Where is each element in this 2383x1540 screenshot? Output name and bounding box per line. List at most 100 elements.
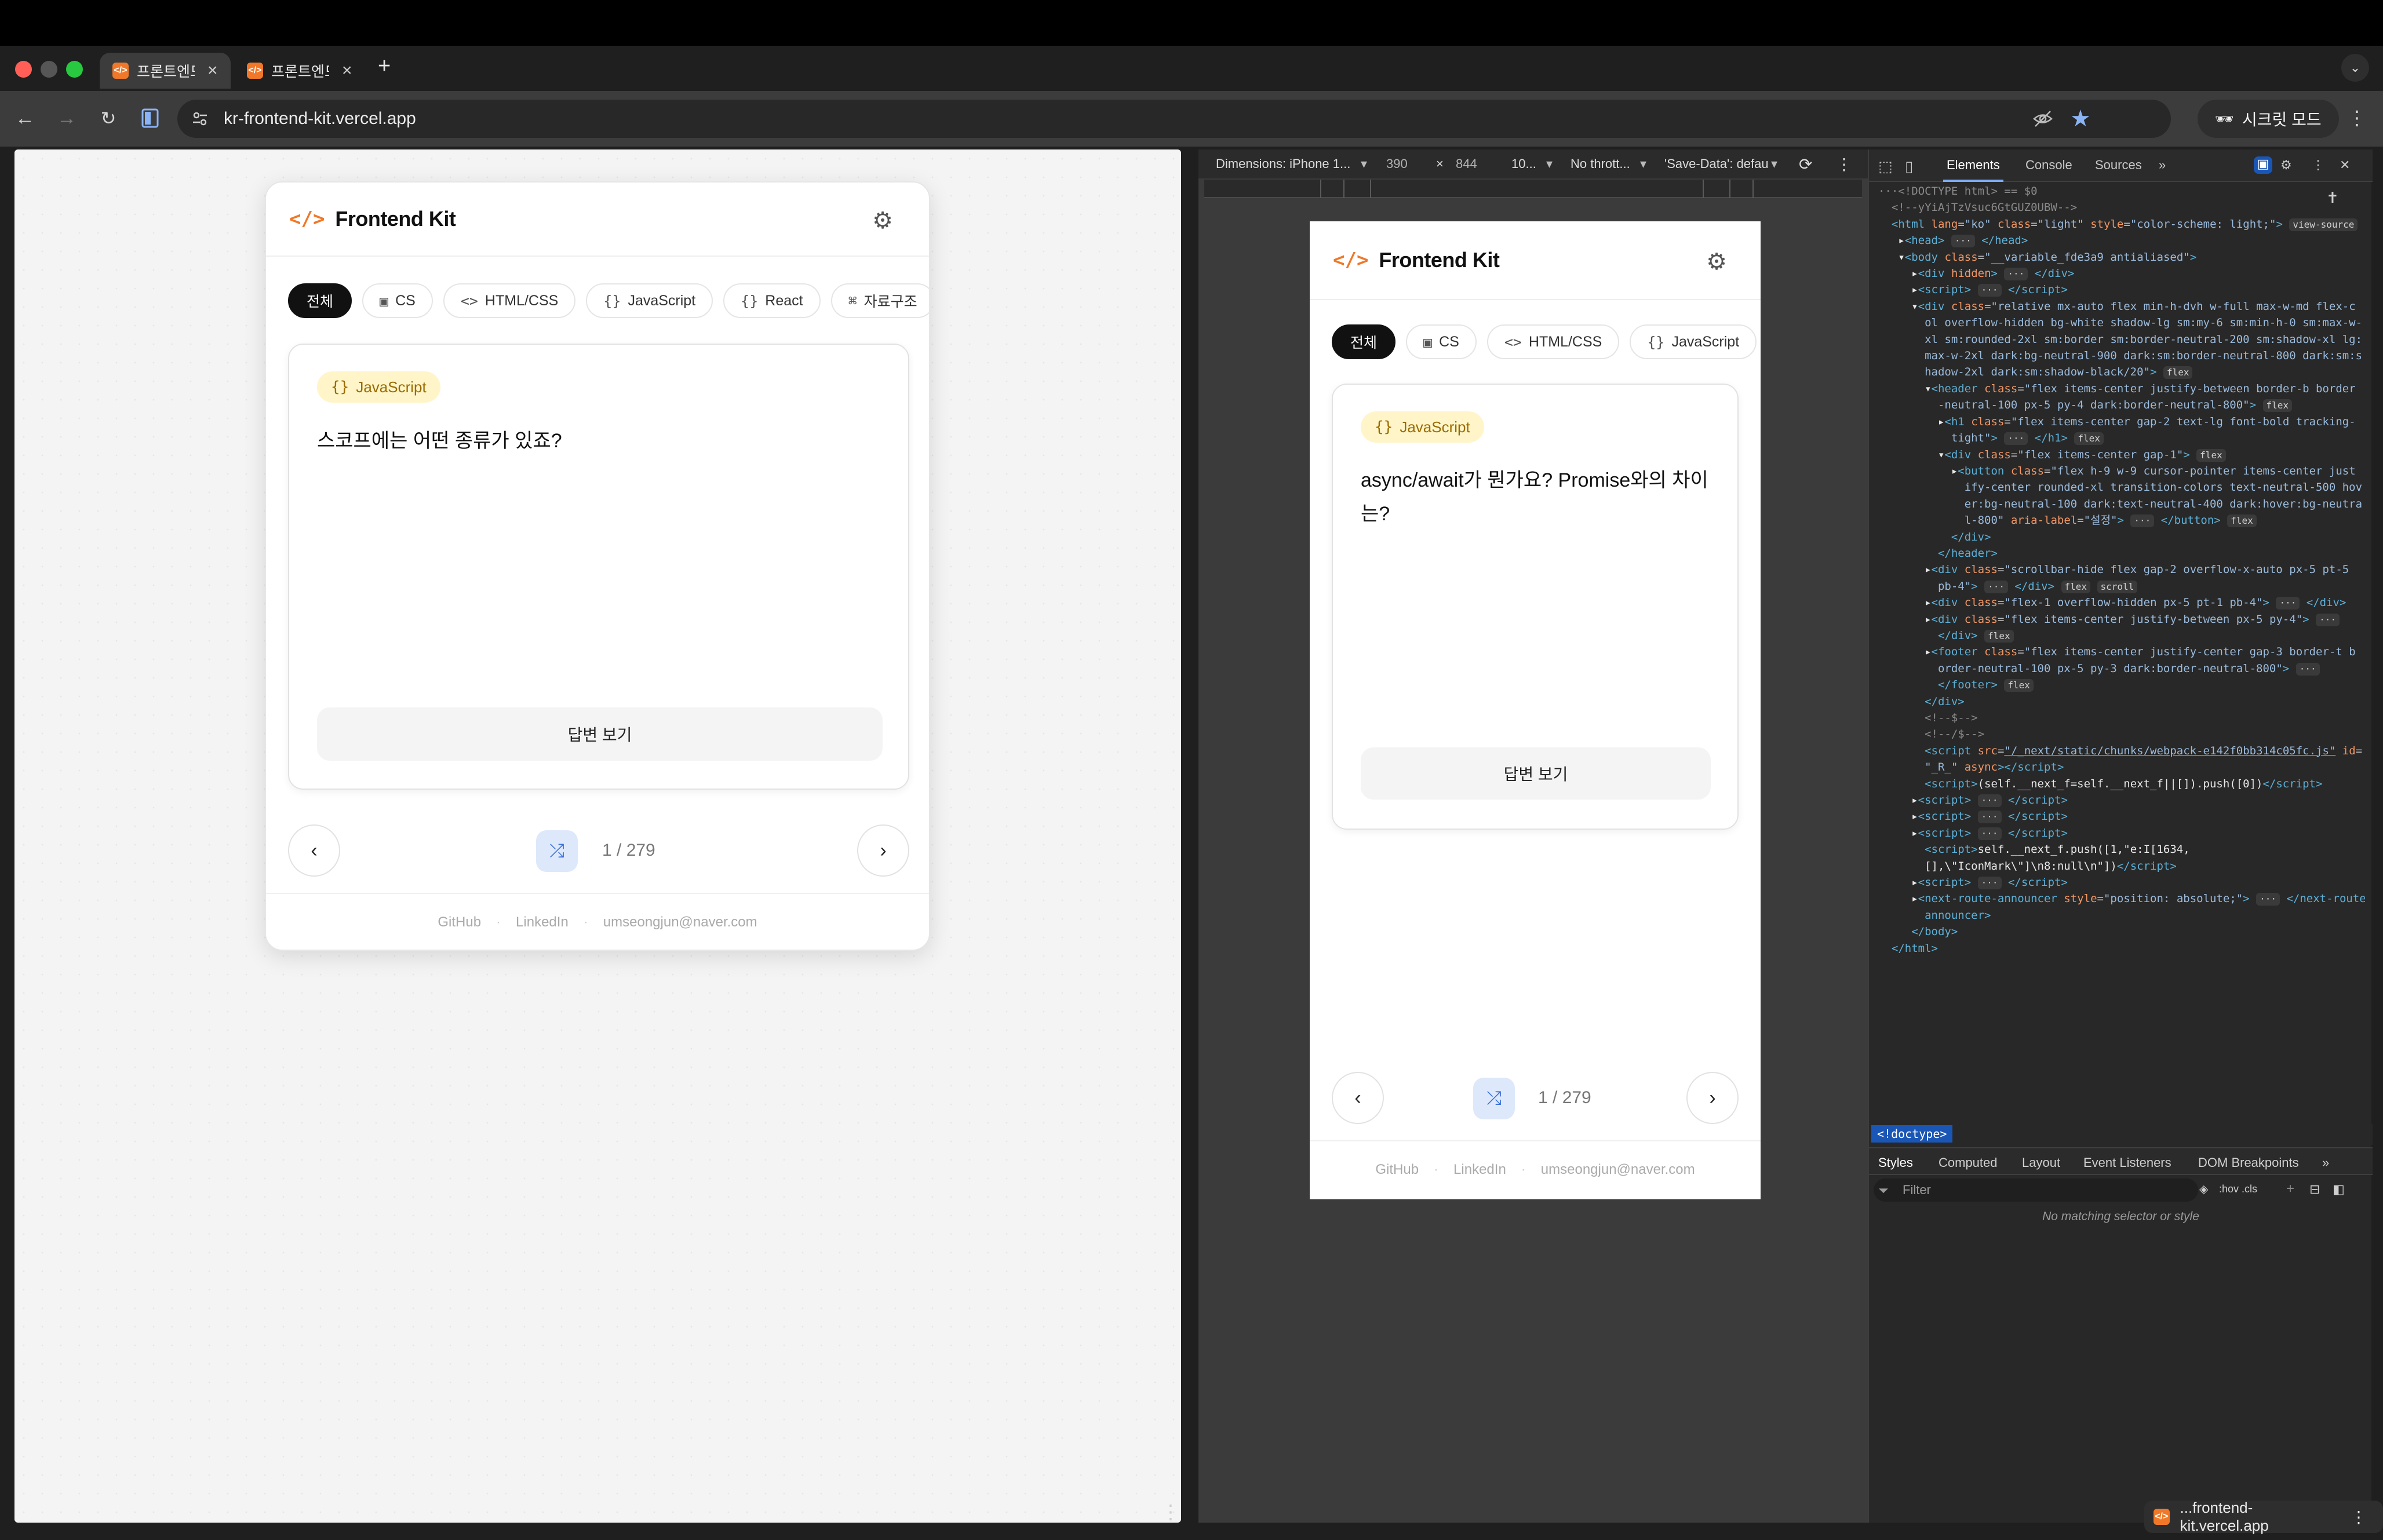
tab-layout[interactable]: Layout: [2022, 1155, 2060, 1170]
more-options-icon[interactable]: ⋮: [2312, 158, 2324, 173]
tab-dom-breakpoints[interactable]: DOM Breakpoints: [2198, 1155, 2299, 1170]
code-logo-icon: </>: [289, 207, 325, 231]
show-answer-button[interactable]: 답변 보기: [1361, 747, 1711, 800]
sidebar-toggle-icon[interactable]: ◧: [2333, 1182, 2345, 1197]
shuffle-icon[interactable]: ⤮: [536, 830, 578, 872]
incognito-indicator[interactable]: 🕶 시크릿 모드: [2198, 100, 2339, 138]
bookmark-star-icon[interactable]: ★: [2070, 105, 2091, 132]
show-answer-button[interactable]: 답변 보기: [317, 707, 883, 761]
eye-off-icon[interactable]: [2032, 108, 2054, 134]
computed-styles-icon[interactable]: ⊟: [2309, 1182, 2320, 1197]
zoom-select[interactable]: 10...: [1511, 156, 1536, 171]
browser-menu-icon[interactable]: ⋮: [2342, 104, 2371, 133]
category-tabs: 전체 ▣ CS <> HTML/CSS {} JavaScript {} React ⌘…: [288, 283, 929, 318]
more-tabs-icon[interactable]: »: [2159, 158, 2166, 173]
tab-javascript[interactable]: {} JavaScript: [586, 283, 713, 318]
shuffle-icon[interactable]: ⤮: [1473, 1078, 1515, 1119]
close-tab-icon[interactable]: ×: [342, 61, 352, 81]
tab-label: 전체: [1350, 335, 1378, 351]
device-dimensions-select[interactable]: Dimensions: iPhone 1...: [1216, 156, 1350, 171]
question-card[interactable]: {} JavaScript 스코프에는 어떤 종류가 있죠? 답변 보기: [288, 344, 909, 790]
site-info-icon[interactable]: [189, 108, 211, 130]
tab-label: CS: [395, 292, 416, 309]
tab-all[interactable]: 전체: [288, 283, 352, 318]
linkedin-link[interactable]: LinkedIn: [1453, 1162, 1506, 1178]
tab-styles[interactable]: Styles: [1878, 1155, 1913, 1170]
email-link[interactable]: umseongjun@naver.com: [603, 914, 757, 930]
tag-label: JavaScript: [356, 378, 427, 396]
panel-resize-handle[interactable]: ⋮: [1153, 1495, 1188, 1530]
linkedin-link[interactable]: LinkedIn: [516, 914, 569, 930]
tab-console[interactable]: Console: [2025, 158, 2072, 173]
close-window-button[interactable]: [15, 61, 32, 78]
favicon-icon: </>: [247, 63, 263, 79]
styles-tab-bar: Styles Computed Layout Event Listeners D…: [1869, 1147, 2373, 1175]
app-footer: GitHub · LinkedIn · umseongjun@naver.com: [266, 893, 929, 950]
more-tabs-icon[interactable]: »: [2322, 1155, 2329, 1170]
tag-label: JavaScript: [1400, 418, 1470, 436]
tab-cs[interactable]: ▣ CS: [362, 283, 433, 318]
prev-question-button[interactable]: ‹: [1332, 1072, 1384, 1124]
tab-elements[interactable]: Elements: [1943, 158, 2003, 182]
dom-breadcrumb: <!doctype>: [1869, 1124, 2373, 1145]
next-question-button[interactable]: ›: [1686, 1072, 1739, 1124]
tab-all[interactable]: 전체: [1332, 324, 1396, 359]
question-card[interactable]: {} JavaScript async/await가 뭔가요? Promise와…: [1332, 384, 1739, 830]
browser-tab-1[interactable]: </> 프론트엔드 면접 ×: [100, 53, 231, 89]
inspect-element-icon[interactable]: ⬚: [1878, 158, 1893, 176]
accessibility-icon[interactable]: ✝: [2326, 189, 2339, 207]
github-link[interactable]: GitHub: [438, 914, 481, 930]
site-status-label: ...frontend-kit.vercel.app: [2180, 1499, 2269, 1534]
browser-tab-2[interactable]: </> 프론트엔드 면접 ×: [234, 53, 365, 89]
save-data-select[interactable]: 'Save-Data': defau: [1664, 156, 1769, 171]
email-link[interactable]: umseongjun@naver.com: [1541, 1162, 1695, 1178]
tab-cs[interactable]: ▣ CS: [1406, 324, 1477, 359]
braces-icon: {}: [741, 292, 759, 309]
rotate-icon[interactable]: ⟳: [1799, 155, 1812, 174]
device-toolbar-icon[interactable]: ▯: [1905, 158, 1913, 176]
tab-sources[interactable]: Sources: [2095, 158, 2142, 173]
close-devtools-icon[interactable]: ✕: [2340, 158, 2350, 173]
next-question-button[interactable]: ›: [857, 824, 909, 877]
more-options-icon[interactable]: ⋮: [1836, 155, 1852, 174]
close-tab-icon[interactable]: ×: [207, 61, 218, 81]
site-status-pill[interactable]: </> ...frontend-kit.vercel.app ⋮: [2144, 1499, 2383, 1534]
add-rule-icon[interactable]: +: [2286, 1181, 2294, 1197]
minimize-window-button[interactable]: [41, 61, 57, 78]
tab-html-css[interactable]: <> HTML/CSS: [443, 283, 576, 318]
tab-computed[interactable]: Computed: [1939, 1155, 1998, 1170]
category-tabs: 전체 ▣ CS <> HTML/CSS {} JavaScript: [1332, 324, 1761, 359]
maximize-window-button[interactable]: [66, 61, 83, 78]
cpu-icon: ▣: [380, 292, 389, 309]
palette-icon[interactable]: ◈: [2199, 1182, 2208, 1196]
throttle-select[interactable]: No thrott...: [1571, 156, 1630, 171]
new-tab-button[interactable]: +: [378, 54, 391, 79]
settings-gear-icon[interactable]: ⚙: [2280, 158, 2292, 173]
tab-data-structures[interactable]: ⌘ 자료구조: [830, 283, 929, 318]
back-arrow-icon[interactable]: ←: [10, 104, 39, 133]
styles-filter-input[interactable]: Filter: [1874, 1178, 2198, 1202]
tab-search-chevron-icon[interactable]: ⌄: [2341, 54, 2369, 82]
hov-cls-toggles[interactable]: :hov .cls: [2219, 1183, 2257, 1195]
tab-html-css[interactable]: <> HTML/CSS: [1486, 324, 1620, 359]
forward-arrow-icon[interactable]: →: [52, 104, 81, 133]
device-toggle-icon[interactable]: [136, 104, 165, 133]
tab-react[interactable]: {} React: [723, 283, 821, 318]
more-options-icon[interactable]: ⋮: [2351, 1508, 2367, 1527]
address-bar[interactable]: kr-frontend-kit.vercel.app ★: [177, 100, 2171, 138]
device-height-input[interactable]: 844: [1456, 156, 1477, 171]
tab-javascript[interactable]: {} JavaScript: [1630, 324, 1757, 359]
github-link[interactable]: GitHub: [1375, 1162, 1419, 1178]
tab-event-listeners[interactable]: Event Listeners: [2083, 1155, 2171, 1170]
separator: ·: [1434, 1162, 1439, 1177]
device-width-input[interactable]: 390: [1386, 156, 1408, 171]
braces-icon: {}: [1647, 333, 1665, 351]
prev-question-button[interactable]: ‹: [288, 824, 340, 877]
favicon-icon: </>: [112, 63, 129, 79]
extension-icon[interactable]: ▣: [2254, 156, 2272, 174]
reload-icon[interactable]: ↻: [94, 104, 123, 133]
settings-gear-icon[interactable]: ⚙: [868, 206, 898, 236]
incognito-label: 시크릿 모드: [2242, 111, 2322, 129]
settings-gear-icon[interactable]: ⚙: [1701, 247, 1732, 277]
breadcrumb-doctype[interactable]: <!doctype>: [1871, 1125, 1953, 1143]
